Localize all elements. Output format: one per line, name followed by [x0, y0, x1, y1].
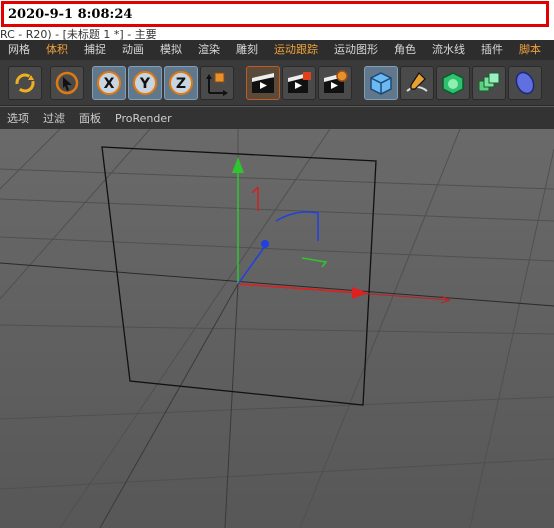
render-settings-icon [324, 70, 348, 93]
viewport-menu-panel[interactable]: 面板 [72, 110, 108, 126]
viewport-menu-options[interactable]: 选项 [0, 110, 36, 126]
x-axis-cone[interactable] [352, 287, 368, 299]
menu-item-snap[interactable]: 捕捉 [76, 40, 114, 60]
menu-item-simulate[interactable]: 模拟 [152, 40, 190, 60]
y-axis-cone[interactable] [232, 157, 244, 173]
timestamp-text: 2020-9-1 8:08:24 [8, 7, 133, 22]
array-cloner-button[interactable] [472, 66, 506, 100]
menu-item-window[interactable]: 窗口 [549, 40, 554, 60]
menu-item-render[interactable]: 渲染 [190, 40, 228, 60]
z-axis-lock-icon: Z [169, 71, 193, 95]
render-picture-viewer-icon [288, 72, 311, 93]
cube-primitive-button[interactable] [364, 66, 398, 100]
y-axis-lock-button[interactable]: Y [128, 66, 162, 100]
render-picture-viewer-button[interactable] [282, 66, 316, 100]
coordinate-system-icon [206, 72, 228, 96]
rotate-tool-button[interactable] [8, 66, 42, 100]
main-toolbar: X Y Z [0, 60, 554, 106]
viewport-menu-prorender[interactable]: ProRender [108, 112, 179, 125]
menu-item-mograph[interactable]: 运动图形 [326, 40, 386, 60]
rotation-band-red[interactable] [251, 186, 259, 211]
grid-x-axis-line [0, 262, 554, 307]
render-view-button[interactable] [246, 66, 280, 100]
main-menubar: 网格 体积 捕捉 动画 模拟 渲染 雕刻 运动跟踪 运动图形 角色 流水线 插件… [0, 40, 554, 60]
floor-grid [0, 129, 554, 528]
tool-group-transform [8, 66, 84, 102]
menu-item-volume[interactable]: 体积 [38, 40, 76, 60]
viewport-canvas[interactable] [0, 129, 554, 528]
rotate-tool-icon [15, 73, 35, 93]
menu-item-sculpt[interactable]: 雕刻 [228, 40, 266, 60]
menu-item-mesh[interactable]: 网格 [0, 40, 38, 60]
menu-item-plugins[interactable]: 插件 [473, 40, 511, 60]
menu-item-character[interactable]: 角色 [386, 40, 424, 60]
array-cloner-icon [478, 72, 500, 92]
tool-group-objects [364, 66, 542, 102]
menu-item-script[interactable]: 脚本 [511, 40, 549, 60]
viewport-menu-filter[interactable]: 过滤 [36, 110, 72, 126]
viewport-menubar: 选项 过滤 面板 ProRender [0, 107, 554, 129]
select-pointer-icon [55, 71, 79, 95]
z-axis-label: Z [176, 76, 186, 92]
grid-z-axis-line [99, 283, 239, 528]
x-axis-lock-button[interactable]: X [92, 66, 126, 100]
subdivision-surface-icon [442, 72, 464, 95]
x-axis-handle[interactable] [237, 283, 366, 294]
rotation-band-blue[interactable] [275, 211, 319, 241]
tool-group-axis: X Y Z [92, 66, 234, 102]
plane-object-outline[interactable] [101, 146, 377, 406]
y-axis-label: Y [139, 76, 151, 92]
menu-item-motion-tracker[interactable]: 运动跟踪 [266, 40, 326, 60]
timestamp-overlay: 2020-9-1 8:08:24 [1, 1, 549, 27]
x-axis-lock-icon: X [97, 71, 121, 95]
menu-item-animate[interactable]: 动画 [114, 40, 152, 60]
x-axis-label: X [104, 76, 115, 92]
pen-spline-icon [406, 72, 428, 92]
deformer-icon [515, 71, 535, 95]
menu-item-pipeline[interactable]: 流水线 [424, 40, 473, 60]
subdivision-surface-button[interactable] [436, 66, 470, 100]
deformer-button[interactable] [508, 66, 542, 100]
perspective-viewport[interactable] [0, 129, 554, 528]
z-axis-tip[interactable] [261, 240, 269, 248]
rotation-band-green[interactable] [301, 257, 328, 268]
window-title-bar: RC - R20) - [未标题 1 *] - 主要 2020-9-1 8:08… [0, 0, 554, 45]
pen-spline-button[interactable] [400, 66, 434, 100]
tool-group-render [246, 66, 352, 102]
y-axis-lock-icon: Y [133, 71, 157, 95]
render-settings-button[interactable] [318, 66, 352, 100]
select-pointer-button[interactable] [50, 66, 84, 100]
cube-primitive-icon [370, 72, 392, 95]
z-axis-lock-button[interactable]: Z [164, 66, 198, 100]
render-view-icon [252, 73, 274, 93]
coordinate-system-button[interactable] [200, 66, 234, 100]
